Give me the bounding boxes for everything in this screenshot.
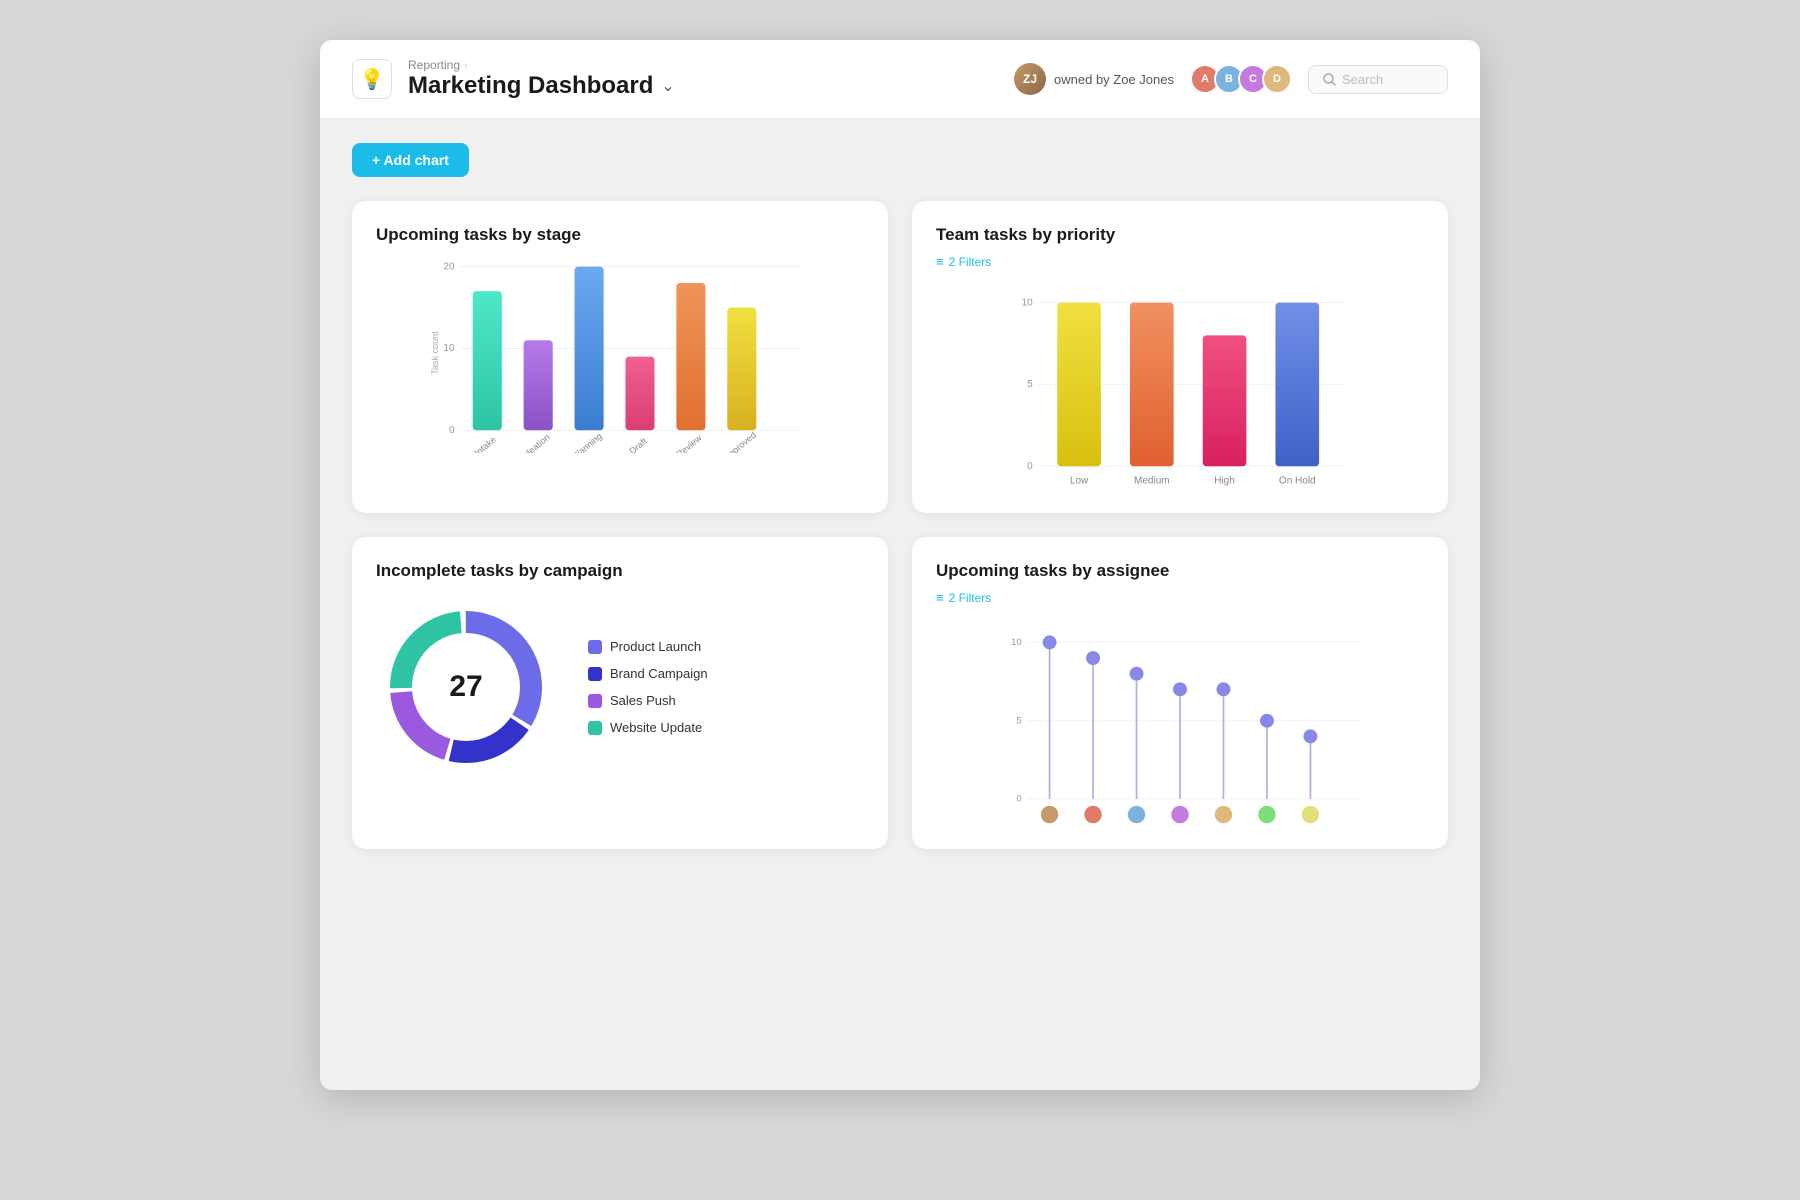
- svg-text:10: 10: [1011, 637, 1022, 648]
- legend-brand-campaign: Brand Campaign: [588, 666, 708, 681]
- legend-dot-4: [588, 721, 602, 735]
- legend-product-launch: Product Launch: [588, 639, 708, 654]
- header-right: ZJ owned by Zoe Jones A B C D Search: [1014, 63, 1448, 95]
- bar-chart-stage: 20 10 0 Task count: [376, 253, 864, 453]
- svg-text:Medium: Medium: [1134, 476, 1170, 487]
- filter-badge-2[interactable]: ≡ 2 Filters: [936, 254, 991, 269]
- chart-upcoming-assignee: Upcoming tasks by assignee ≡ 2 Filters 1…: [912, 537, 1448, 849]
- bar-chart-priority-svg: 10 5 0: [936, 289, 1424, 489]
- chart-upcoming-tasks: Upcoming tasks by stage 20 10 0 Task cou…: [352, 201, 888, 513]
- svg-text:Planning: Planning: [570, 431, 604, 453]
- header: 💡 Reporting › Marketing Dashboard ⌄ ZJ o…: [320, 40, 1480, 119]
- svg-text:Approved: Approved: [722, 430, 758, 453]
- svg-text:10: 10: [443, 343, 455, 354]
- legend-website-update: Website Update: [588, 720, 708, 735]
- chart-title-1: Upcoming tasks by stage: [376, 225, 864, 245]
- app-window: 💡 Reporting › Marketing Dashboard ⌄ ZJ o…: [320, 40, 1480, 1090]
- svg-text:Draft: Draft: [627, 436, 649, 453]
- search-icon: [1323, 73, 1336, 86]
- legend-dot-1: [588, 640, 602, 654]
- donut-section: 27 Product Launch Brand Campaign: [376, 589, 864, 777]
- breadcrumb: Reporting ›: [408, 58, 998, 72]
- donut-legend: Product Launch Brand Campaign Sales Push: [588, 639, 708, 735]
- team-avatar-4: D: [1262, 64, 1292, 94]
- main-content: + Add chart Upcoming tasks by stage 20 1…: [320, 119, 1480, 873]
- legend-dot-3: [588, 694, 602, 708]
- page-title: Marketing Dashboard: [408, 72, 653, 100]
- owner-area: ZJ owned by Zoe Jones: [1014, 63, 1174, 95]
- chart-title-3: Incomplete tasks by campaign: [376, 561, 864, 581]
- filter-badge-4[interactable]: ≡ 2 Filters: [936, 590, 991, 605]
- lollipop-svg: 10 5 0: [936, 625, 1424, 825]
- svg-text:Review: Review: [674, 432, 704, 453]
- title-area: Reporting › Marketing Dashboard ⌄: [408, 58, 998, 100]
- owner-label: owned by Zoe Jones: [1054, 72, 1174, 87]
- legend-dot-2: [588, 667, 602, 681]
- chevron-down-icon[interactable]: ⌄: [661, 76, 674, 96]
- team-avatars: A B C D: [1190, 64, 1292, 94]
- svg-text:5: 5: [1027, 379, 1033, 390]
- search-input[interactable]: Search: [1308, 65, 1448, 94]
- donut-total: 27: [449, 670, 482, 704]
- charts-grid: Upcoming tasks by stage 20 10 0 Task cou…: [352, 201, 1448, 849]
- filter-icon-2: ≡: [936, 590, 944, 605]
- chart-title-4: Upcoming tasks by assignee: [936, 561, 1424, 581]
- lollipop-chart: 10 5 0: [936, 625, 1424, 825]
- chart-team-tasks: Team tasks by priority ≡ 2 Filters: [912, 201, 1448, 513]
- svg-text:10: 10: [1022, 297, 1034, 308]
- svg-text:20: 20: [443, 261, 455, 272]
- svg-text:Intake: Intake: [473, 434, 498, 453]
- donut-chart: 27: [376, 597, 556, 777]
- svg-text:Ideation: Ideation: [521, 432, 552, 453]
- breadcrumb-arrow-icon: ›: [464, 60, 467, 71]
- svg-text:0: 0: [449, 425, 455, 436]
- svg-text:High: High: [1214, 476, 1235, 487]
- chart-incomplete-tasks: Incomplete tasks by campaign: [352, 537, 888, 849]
- svg-text:5: 5: [1016, 715, 1021, 726]
- bar-chart-priority: 10 5 0: [936, 289, 1424, 489]
- svg-text:0: 0: [1016, 794, 1021, 805]
- chart-title-2: Team tasks by priority: [936, 225, 1424, 245]
- filter-icon: ≡: [936, 254, 944, 269]
- avatar: ZJ: [1014, 63, 1046, 95]
- legend-sales-push: Sales Push: [588, 693, 708, 708]
- svg-text:Task count: Task count: [430, 331, 440, 375]
- dashboard-icon: 💡: [352, 59, 392, 99]
- bar-chart-stage-svg: 20 10 0 Task count: [376, 253, 864, 453]
- svg-text:Low: Low: [1070, 476, 1089, 487]
- add-chart-button[interactable]: + Add chart: [352, 143, 469, 177]
- svg-text:0: 0: [1027, 461, 1033, 472]
- svg-text:On Hold: On Hold: [1279, 476, 1316, 487]
